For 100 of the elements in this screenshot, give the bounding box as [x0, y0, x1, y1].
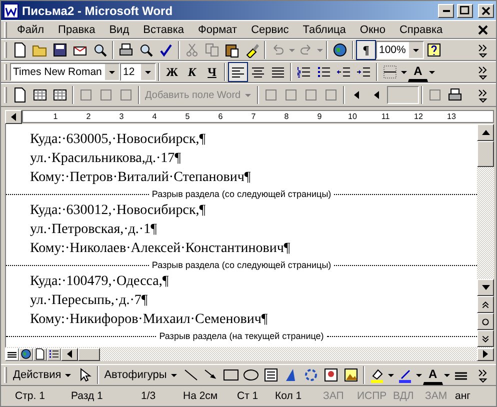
status-item: анг [455, 390, 472, 402]
data-source-button-icon [32, 87, 48, 103]
close-button[interactable] [478, 4, 494, 18]
ruler-number: 11 [380, 112, 391, 121]
ruler-number: 2 [85, 112, 92, 121]
rectangle-button-icon [222, 367, 239, 383]
ruler-number: 13 [446, 112, 457, 121]
save-button-icon [52, 42, 68, 58]
paragraph: Куда:·630005,·Новосибирск,¶ [29, 131, 207, 149]
format-painter-button-icon [244, 42, 260, 58]
caret-icon [388, 374, 394, 376]
scroll-down-button[interactable] [477, 279, 494, 296]
cut-button-icon [184, 42, 200, 58]
italic-button[interactable]: К [182, 62, 202, 82]
horizontal-scrollbar[interactable] [5, 347, 494, 361]
ruler[interactable]: 1 2 3 4 5 6 7 8 9 10 11 12 13 [22, 110, 494, 123]
first-record-button-icon [354, 91, 360, 99]
caret-icon [289, 48, 295, 52]
help-button-icon [426, 42, 442, 58]
next-page-button[interactable] [477, 330, 494, 347]
window-title: Письма2 - Microsoft Word [22, 4, 174, 18]
print-preview-button-icon [138, 42, 154, 58]
copy-button-icon [204, 42, 220, 58]
ruler-number: 8 [283, 112, 290, 121]
caret-icon [170, 374, 177, 376]
print-view-button[interactable] [33, 348, 47, 360]
scroll-right-button[interactable] [477, 348, 494, 360]
menu-item[interactable]: Вставка [136, 22, 192, 36]
section-break: Разрыв раздела (на текущей странице) [159, 331, 324, 341]
main-document-button-icon [12, 87, 28, 103]
borders-button-icon [382, 64, 398, 80]
paste-button-icon [224, 42, 240, 58]
minimize-icon [442, 10, 450, 12]
menu-item[interactable]: Файл [10, 22, 52, 36]
zoom-combo[interactable]: 100% [376, 41, 424, 59]
right-arrow-icon [483, 350, 488, 358]
bold-button[interactable]: Ж [162, 62, 182, 82]
normal-view-button[interactable] [5, 348, 19, 360]
show-marks-button[interactable]: ¶ [356, 40, 376, 60]
status-item: Стр. 1 [15, 390, 46, 402]
clip-art-button-icon [322, 367, 339, 383]
menu-item[interactable]: Таблица [296, 22, 353, 36]
minimize-button[interactable] [438, 4, 454, 18]
menu-item[interactable]: Сервис [244, 22, 296, 36]
menu-item[interactable]: Вид [102, 22, 136, 36]
status-item: Разд 1 [71, 390, 104, 402]
font-color-button[interactable]: A [422, 365, 443, 385]
vertical-scrollbar[interactable] [477, 124, 494, 347]
search-button-icon [92, 42, 108, 58]
underline-button[interactable]: Ч [202, 62, 222, 82]
menu-item[interactable]: Формат [191, 22, 244, 36]
new-document-button-icon [12, 42, 28, 58]
outline-view-button[interactable] [47, 348, 61, 360]
caret-icon [416, 374, 422, 376]
menu-item[interactable]: Правка [51, 22, 102, 36]
browse-object-button[interactable] [477, 313, 494, 330]
record-field[interactable] [386, 86, 419, 104]
web-button-icon [332, 42, 348, 58]
previous-record-button-icon [374, 91, 380, 99]
section-break: Разрыв раздела (со следующей страницы) [152, 260, 332, 270]
bullets-button-icon [316, 64, 332, 80]
paragraph: Кому:·Никифоров·Михаил·Семенович¶ [29, 311, 269, 329]
oval-button-icon [242, 367, 259, 383]
picture-button-icon [342, 367, 359, 383]
paragraph: ул.·Красильникова,д.·17¶ [29, 150, 182, 168]
menu-item[interactable]: Окно [352, 22, 392, 36]
line-color-button-icon [396, 367, 413, 383]
paragraph: Куда:·100479,·Одесса,¶ [29, 273, 170, 291]
merge-printer-button-icon [446, 87, 463, 103]
actions-menu[interactable]: Действия [10, 365, 76, 385]
scroll-left-button[interactable] [61, 348, 78, 360]
autoshapes-menu[interactable]: Автофигуры [101, 365, 181, 385]
ruler-number: 9 [316, 112, 323, 121]
numbering-button-icon [296, 64, 312, 80]
tab-selector-button[interactable] [5, 110, 22, 124]
status-item: ЗАП [323, 390, 345, 402]
previous-page-button[interactable] [477, 296, 494, 313]
caret-icon [429, 70, 435, 74]
scroll-thumb[interactable] [78, 348, 100, 360]
paragraph: ул.·Петровская,·д.·1¶ [29, 221, 158, 239]
view-icon [20, 346, 32, 362]
caret-icon [65, 374, 72, 376]
ruler-number: 7 [250, 112, 257, 121]
size-combo[interactable]: 12 [120, 63, 156, 81]
font-color-button[interactable]: A [408, 62, 428, 82]
web-view-button[interactable] [19, 348, 33, 360]
tab-stop-icon [11, 112, 16, 120]
menu-item[interactable]: Справка [392, 22, 450, 36]
print-button-icon [118, 42, 134, 58]
align-button[interactable] [228, 62, 248, 82]
scroll-up-button[interactable] [477, 124, 494, 141]
text-box-button-icon [262, 367, 279, 383]
status-item: На 2см [183, 390, 219, 402]
status-item: Ст 1 [237, 390, 260, 402]
paragraph: ул.·Пересыпь,·д.·7¶ [29, 292, 149, 310]
font-combo[interactable]: Times New Roman [10, 63, 120, 81]
scroll-thumb[interactable] [477, 141, 494, 167]
maximize-button[interactable] [457, 4, 473, 18]
paragraph: Куда:·630012,·Новосибирск,¶ [29, 202, 207, 220]
ruler-number: 5 [184, 112, 191, 121]
